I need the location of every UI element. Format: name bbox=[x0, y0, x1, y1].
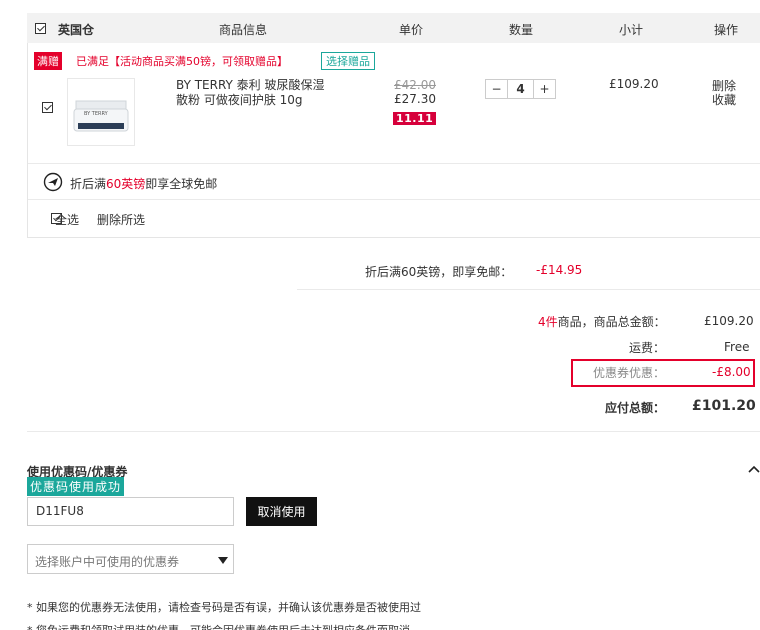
col-action: 操作 bbox=[714, 23, 739, 37]
quantity-stepper[interactable]: − 4 + bbox=[485, 79, 556, 99]
qty-plus-button[interactable]: + bbox=[533, 80, 555, 98]
promo-text: 已满足【活动商品买满50镑，可领取赠品】 bbox=[76, 55, 288, 68]
coupon-code-input[interactable]: D11FU8 bbox=[27, 497, 234, 526]
free-shipping-notice: 折后满60英镑即享全球免邮 bbox=[70, 175, 217, 192]
product-thumb-brand: BY TERRY bbox=[84, 111, 108, 117]
divider bbox=[28, 163, 760, 164]
coupon-discount-label: 优惠券优惠： bbox=[593, 366, 666, 380]
col-subtotal: 小计 bbox=[619, 23, 644, 37]
total-label: 应付总额： bbox=[605, 401, 666, 415]
airplane-icon bbox=[43, 172, 63, 192]
goods-count: 4件 bbox=[538, 315, 558, 329]
item-checkbox[interactable] bbox=[42, 102, 53, 113]
coupon-select[interactable]: 选择账户中可使用的优惠券 bbox=[27, 544, 234, 574]
qty-input[interactable]: 4 bbox=[508, 80, 533, 98]
select-all-label[interactable]: 全选 bbox=[55, 211, 79, 228]
col-qty: 数量 bbox=[509, 23, 534, 37]
favorite-item-link[interactable]: 收藏 bbox=[712, 91, 736, 108]
unit-price: £27.30 bbox=[394, 92, 436, 106]
total-value: £101.20 bbox=[692, 398, 756, 414]
goods-total: £109.20 bbox=[704, 314, 754, 328]
divider bbox=[297, 289, 760, 290]
delete-selected-link[interactable]: 删除所选 bbox=[97, 211, 145, 228]
original-price: £42.00 bbox=[394, 78, 436, 92]
promo-1111-badge: 11.11 bbox=[393, 112, 437, 125]
select-gift-button[interactable]: 选择赠品 bbox=[321, 52, 375, 70]
free-ship-discount-label: 折后满60英镑，即享免邮： bbox=[365, 265, 513, 279]
cart-table-header: 英国仓 商品信息 单价 数量 小计 操作 bbox=[27, 13, 760, 43]
warehouse-label: 英国仓 bbox=[58, 23, 95, 37]
coupon-discount-value: -£8.00 bbox=[712, 365, 751, 379]
dropdown-arrow-icon bbox=[218, 557, 228, 564]
item-subtotal: £109.20 bbox=[609, 77, 659, 91]
promo-tag: 满赠 bbox=[34, 52, 62, 70]
shipping-notice-prefix: 折后满 bbox=[70, 177, 107, 191]
shipping-label: 运费： bbox=[629, 341, 666, 355]
shipping-notice-highlight: 60英镑 bbox=[106, 177, 146, 191]
goods-count-label: 商品，商品总金额： bbox=[557, 315, 666, 329]
shipping-value: Free bbox=[724, 340, 750, 354]
divider bbox=[27, 431, 760, 432]
divider bbox=[28, 199, 760, 200]
coupon-success-badge: 优惠码使用成功 bbox=[27, 477, 125, 496]
coupon-select-placeholder: 选择账户中可使用的优惠券 bbox=[35, 555, 180, 569]
goods-count-line: 4件商品，商品总金额： bbox=[538, 313, 666, 330]
cancel-coupon-button[interactable]: 取消使用 bbox=[246, 497, 317, 526]
coupon-note-1: * 如果您的优惠券无法使用，请检查号码是否有误，并确认该优惠券是否被使用过 bbox=[27, 601, 421, 614]
warehouse-checkbox[interactable] bbox=[35, 23, 46, 34]
col-product: 商品信息 bbox=[219, 23, 268, 37]
cart-box: 满赠 已满足【活动商品买满50镑，可领取赠品】 选择赠品 BY TERRY BY… bbox=[27, 43, 760, 238]
chevron-up-icon[interactable] bbox=[748, 465, 760, 473]
product-name[interactable]: BY TERRY 泰利 玻尿酸保湿散粉 可做夜间护肤 10g bbox=[176, 78, 336, 108]
coupon-note-2: * 您免运费和领取试用装的优惠，可能会因优惠券使用后未达到相应条件而取消 bbox=[27, 622, 410, 630]
col-price: 单价 bbox=[399, 23, 424, 37]
shipping-notice-suffix: 即享全球免邮 bbox=[145, 177, 218, 191]
free-ship-discount-value: -£14.95 bbox=[536, 263, 583, 277]
qty-minus-button[interactable]: − bbox=[486, 80, 508, 98]
